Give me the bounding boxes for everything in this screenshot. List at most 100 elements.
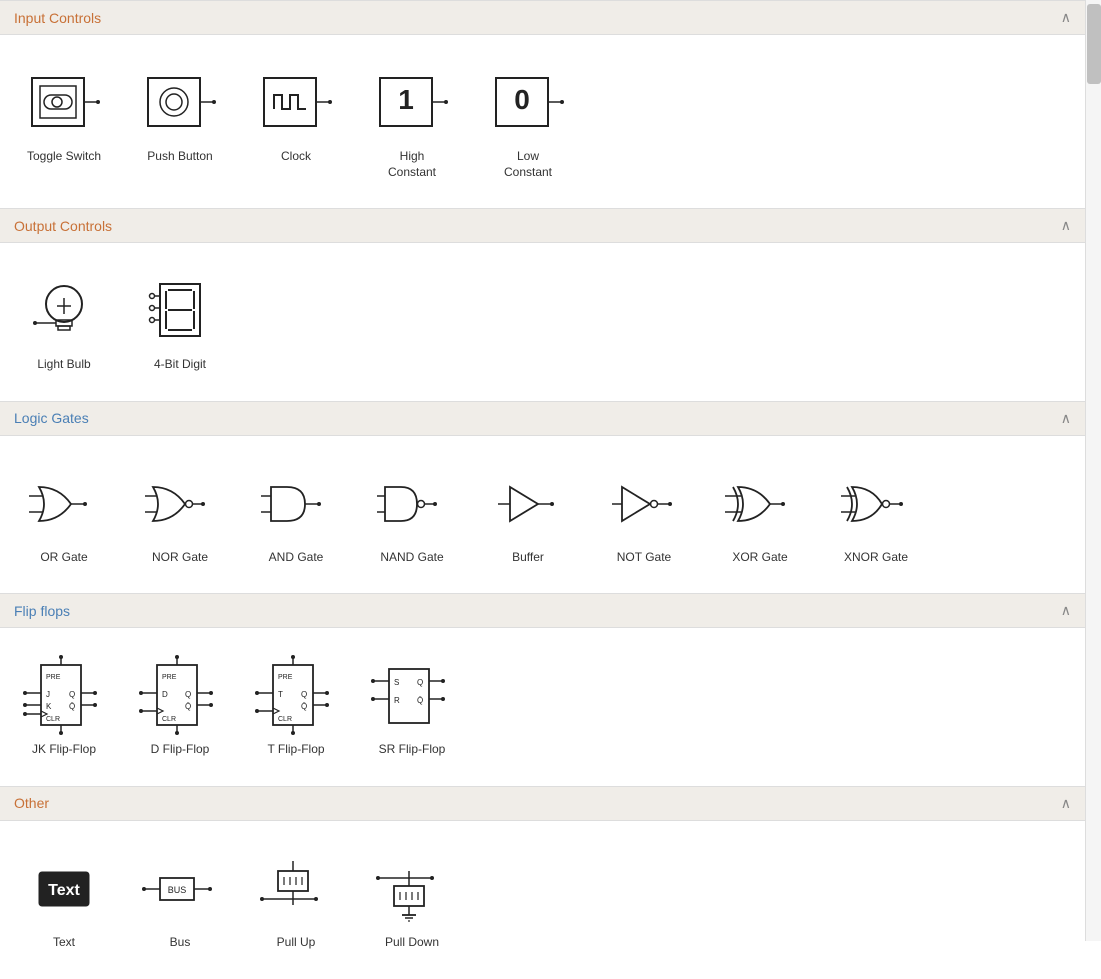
d-flip-flop-icon: PRE D Q Q̄ CLR [140, 656, 220, 736]
svg-text:R: R [394, 696, 400, 705]
high-constant-item[interactable]: 1 HighConstant [364, 55, 460, 188]
svg-text:BUS: BUS [168, 885, 187, 895]
text-icon: Text [24, 849, 104, 929]
xor-gate-icon [720, 464, 800, 544]
svg-text:Q: Q [417, 678, 423, 687]
logic-gates-content: OR Gate NOR G [0, 436, 1085, 594]
and-gate-label: AND Gate [269, 550, 324, 566]
svg-text:Q̄: Q̄ [417, 696, 423, 705]
xnor-gate-icon [836, 464, 916, 544]
svg-text:S: S [394, 678, 399, 687]
other-content: Text Text BUS [0, 821, 1085, 979]
flip-flops-content: PRE J Q K Q̄ CLR [0, 628, 1085, 786]
logic-gates-header[interactable]: Logic Gates ∧ [0, 401, 1085, 436]
high-constant-icon: 1 [372, 63, 452, 143]
input-controls-content: Toggle Switch Push Button [0, 35, 1085, 208]
svg-text:PRE: PRE [46, 674, 61, 681]
pull-down-icon [372, 849, 452, 929]
jk-flip-flop-label: JK Flip-Flop [32, 742, 96, 758]
scrollbar[interactable] [1085, 0, 1101, 941]
bus-icon: BUS [140, 849, 220, 929]
four-bit-digit-item[interactable]: 4-Bit Digit [132, 263, 228, 381]
or-gate-icon [24, 464, 104, 544]
four-bit-digit-label: 4-Bit Digit [154, 357, 206, 373]
d-flip-flop-label: D Flip-Flop [151, 742, 210, 758]
input-controls-header[interactable]: Input Controls ∧ [0, 0, 1085, 35]
toggle-switch-icon [24, 63, 104, 143]
svg-text:Q̄: Q̄ [69, 702, 75, 711]
or-gate-label: OR Gate [40, 550, 87, 566]
or-gate-item[interactable]: OR Gate [16, 456, 112, 574]
scrollbar-thumb[interactable] [1087, 4, 1101, 84]
output-controls-chevron[interactable]: ∧ [1061, 217, 1071, 234]
flip-flops-title: Flip flops [14, 603, 70, 619]
sr-flip-flop-item[interactable]: S Q R Q̄ [364, 648, 460, 766]
jk-flip-flop-icon: PRE J Q K Q̄ CLR [24, 656, 104, 736]
pull-down-label: Pull Down [385, 935, 439, 951]
text-label: Text [53, 935, 75, 951]
and-gate-icon [256, 464, 336, 544]
flip-flops-header[interactable]: Flip flops ∧ [0, 593, 1085, 628]
nand-gate-item[interactable]: NAND Gate [364, 456, 460, 574]
output-controls-content: Light Bulb [0, 243, 1085, 401]
push-button-icon [140, 63, 220, 143]
sr-flip-flop-label: SR Flip-Flop [379, 742, 446, 758]
nand-gate-label: NAND Gate [380, 550, 443, 566]
svg-text:1: 1 [398, 84, 414, 115]
sr-flip-flop-icon: S Q R Q̄ [372, 656, 452, 736]
svg-text:K: K [46, 702, 52, 711]
nor-gate-label: NOR Gate [152, 550, 208, 566]
toggle-switch-item[interactable]: Toggle Switch [16, 55, 112, 188]
other-header[interactable]: Other ∧ [0, 786, 1085, 821]
svg-text:J: J [46, 690, 50, 699]
svg-text:Q: Q [185, 690, 191, 699]
high-constant-label: HighConstant [388, 149, 436, 180]
svg-text:Q: Q [69, 690, 75, 699]
low-constant-item[interactable]: 0 LowConstant [480, 55, 576, 188]
flip-flops-chevron[interactable]: ∧ [1061, 602, 1071, 619]
logic-gates-title: Logic Gates [14, 410, 89, 426]
nor-gate-icon [140, 464, 220, 544]
jk-flip-flop-item[interactable]: PRE J Q K Q̄ CLR [16, 648, 112, 766]
light-bulb-icon [24, 271, 104, 351]
t-flip-flop-item[interactable]: PRE T Q Q̄ CLR [248, 648, 344, 766]
four-bit-digit-icon [140, 271, 220, 351]
low-constant-icon: 0 [488, 63, 568, 143]
low-constant-label: LowConstant [504, 149, 552, 180]
svg-text:Q̄: Q̄ [185, 702, 191, 711]
other-chevron[interactable]: ∧ [1061, 795, 1071, 812]
svg-text:PRE: PRE [278, 674, 293, 681]
svg-text:CLR: CLR [162, 716, 176, 723]
xnor-gate-label: XNOR Gate [844, 550, 908, 566]
push-button-item[interactable]: Push Button [132, 55, 228, 188]
nor-gate-item[interactable]: NOR Gate [132, 456, 228, 574]
and-gate-item[interactable]: AND Gate [248, 456, 344, 574]
not-gate-label: NOT Gate [617, 550, 671, 566]
output-controls-title: Output Controls [14, 218, 112, 234]
logic-gates-chevron[interactable]: ∧ [1061, 410, 1071, 427]
svg-text:PRE: PRE [162, 674, 177, 681]
t-flip-flop-label: T Flip-Flop [267, 742, 324, 758]
svg-text:0: 0 [514, 84, 530, 115]
input-controls-title: Input Controls [14, 10, 101, 26]
output-controls-header[interactable]: Output Controls ∧ [0, 208, 1085, 243]
input-controls-chevron[interactable]: ∧ [1061, 9, 1071, 26]
buffer-label: Buffer [512, 550, 544, 566]
svg-text:Text: Text [48, 882, 80, 899]
toggle-switch-label: Toggle Switch [27, 149, 101, 165]
svg-text:Q: Q [301, 690, 307, 699]
svg-text:Q̄: Q̄ [301, 702, 307, 711]
xor-gate-item[interactable]: XOR Gate [712, 456, 808, 574]
other-title: Other [14, 795, 49, 811]
buffer-item[interactable]: Buffer [480, 456, 576, 574]
svg-text:CLR: CLR [278, 716, 292, 723]
xor-gate-label: XOR Gate [732, 550, 787, 566]
clock-item[interactable]: Clock [248, 55, 344, 188]
not-gate-item[interactable]: NOT Gate [596, 456, 692, 574]
clock-label: Clock [281, 149, 311, 165]
xnor-gate-item[interactable]: XNOR Gate [828, 456, 924, 574]
light-bulb-item[interactable]: Light Bulb [16, 263, 112, 381]
svg-text:CLR: CLR [46, 716, 60, 723]
light-bulb-label: Light Bulb [37, 357, 90, 373]
d-flip-flop-item[interactable]: PRE D Q Q̄ CLR [132, 648, 228, 766]
